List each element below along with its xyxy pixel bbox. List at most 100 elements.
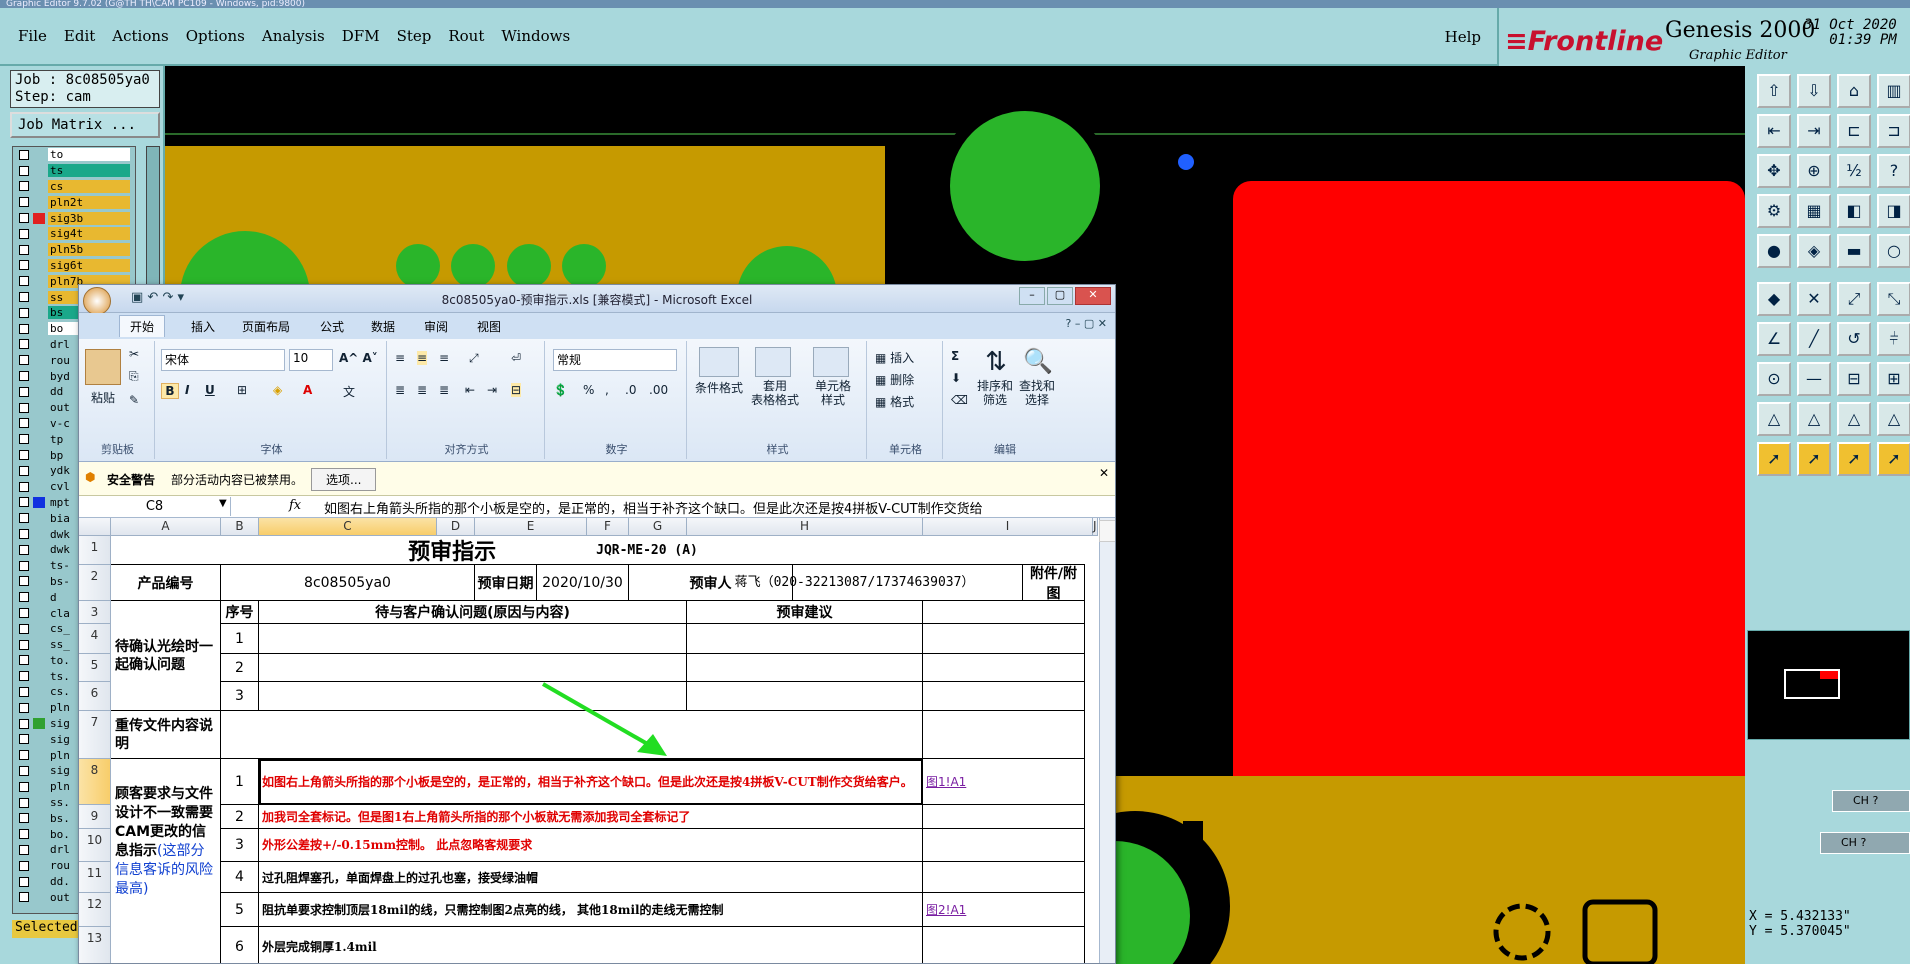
- column-header[interactable]: B: [221, 518, 259, 536]
- layer-checkbox[interactable]: [19, 797, 29, 808]
- row-header[interactable]: 6: [79, 682, 111, 711]
- overview-map[interactable]: [1747, 630, 1910, 740]
- layer-row[interactable]: sig6t: [13, 258, 135, 274]
- layer-checkbox[interactable]: [19, 876, 29, 887]
- tool-button-icon[interactable]: ●: [1757, 234, 1791, 268]
- sort-filter-button[interactable]: 排序和 筛选: [973, 379, 1017, 407]
- border-icon[interactable]: ⊞: [237, 383, 247, 397]
- layer-checkbox[interactable]: [19, 544, 29, 555]
- layer-name[interactable]: cs: [48, 179, 130, 193]
- suggest-cell[interactable]: [687, 654, 923, 682]
- cell-style-button[interactable]: 单元格 样式: [805, 379, 861, 407]
- item-text[interactable]: 过孔阻焊塞孔，单面焊盘上的过孔也塞，接受绿油帽: [259, 862, 923, 893]
- row-header[interactable]: 8: [79, 759, 111, 805]
- layer-checkbox[interactable]: [19, 323, 29, 334]
- tab-view[interactable]: 视图: [477, 318, 501, 335]
- menu-windows[interactable]: Windows: [501, 27, 570, 45]
- issue-cell[interactable]: [259, 624, 687, 654]
- attachment-cell[interactable]: [923, 654, 1085, 682]
- menu-help[interactable]: Help: [1445, 28, 1481, 46]
- font-size-select[interactable]: 10: [289, 349, 333, 371]
- row-header[interactable]: 13: [79, 927, 111, 963]
- attachment-link[interactable]: 图1!A1: [926, 773, 966, 790]
- find-icon[interactable]: 🔍: [1021, 347, 1055, 375]
- layer-checkbox[interactable]: [19, 829, 29, 840]
- column-header[interactable]: I: [923, 518, 1093, 536]
- suggest-cell[interactable]: [687, 682, 923, 711]
- tab-review[interactable]: 审阅: [424, 318, 448, 335]
- layer-checkbox[interactable]: [19, 513, 29, 524]
- layer-checkbox[interactable]: [19, 276, 29, 287]
- security-close-icon[interactable]: ✕: [1099, 466, 1109, 480]
- format-painter-icon[interactable]: ✎: [129, 393, 139, 407]
- layer-checkbox[interactable]: [19, 765, 29, 776]
- layer-checkbox[interactable]: [19, 339, 29, 350]
- table-format-button[interactable]: 套用 表格格式: [747, 379, 803, 407]
- layer-checkbox[interactable]: [19, 750, 29, 761]
- issue-cell[interactable]: [259, 654, 687, 682]
- layer-checkbox[interactable]: [19, 481, 29, 492]
- row-header[interactable]: 4: [79, 624, 111, 654]
- fx-icon[interactable]: fx: [289, 498, 301, 513]
- tool-button-icon[interactable]: ⤢: [1837, 282, 1871, 316]
- column-header[interactable]: A: [111, 518, 221, 536]
- layer-name[interactable]: sig3b: [48, 211, 130, 225]
- minimize-icon[interactable]: –: [1019, 287, 1045, 305]
- item-text[interactable]: 如图右上角箭头所指的那个小板是空的，是正常的，相当于补齐这个缺口。但是此次还是按…: [259, 759, 923, 805]
- ch-control-2[interactable]: CH ?: [1820, 832, 1910, 854]
- layer-name[interactable]: to: [48, 148, 130, 162]
- tool-button-icon[interactable]: ◈: [1797, 234, 1831, 268]
- layer-row[interactable]: cs: [13, 179, 135, 195]
- layer-checkbox[interactable]: [19, 813, 29, 824]
- item-text[interactable]: 加我司全套标记。但是图1右上角箭头所指的那个小板就无需添加我司全套标记了: [259, 805, 923, 829]
- tab-formulas[interactable]: 公式: [320, 318, 344, 335]
- fill-icon[interactable]: ⬇: [951, 371, 961, 385]
- cut-icon[interactable]: ✂: [129, 347, 139, 361]
- conditional-format-button[interactable]: 条件格式: [691, 379, 747, 396]
- item-text[interactable]: 阻抗单要求控制顶层18mil的线，只需控制图2点亮的线， 其他18mil的走线无…: [259, 893, 923, 927]
- layer-row[interactable]: pln5b: [13, 242, 135, 258]
- ribbon-window-controls-icon[interactable]: ? – ▢ ✕: [1066, 317, 1107, 330]
- tool-button-icon[interactable]: ⇩: [1797, 74, 1831, 108]
- align-left-icon[interactable]: ≣: [395, 383, 405, 397]
- layer-checkbox[interactable]: [19, 165, 29, 176]
- item-attachment[interactable]: 图2!A1: [923, 893, 1085, 927]
- tab-insert[interactable]: 插入: [191, 318, 215, 335]
- item-attachment[interactable]: [923, 862, 1085, 893]
- layer-checkbox[interactable]: [19, 260, 29, 271]
- tool-button-icon[interactable]: ⤡: [1877, 282, 1910, 316]
- tool-button-icon[interactable]: ✥: [1757, 154, 1791, 188]
- layer-checkbox[interactable]: [19, 860, 29, 871]
- layer-checkbox[interactable]: [19, 418, 29, 429]
- bold-icon[interactable]: B: [161, 383, 179, 399]
- layer-name[interactable]: sig4t: [48, 227, 130, 241]
- menu-edit[interactable]: Edit: [64, 27, 95, 45]
- layer-checkbox[interactable]: [19, 181, 29, 192]
- name-box-dropdown-icon[interactable]: ▼: [219, 498, 227, 509]
- tool-button-icon[interactable]: ⚙: [1757, 194, 1791, 228]
- tool-button-icon[interactable]: △: [1757, 402, 1791, 436]
- layer-checkbox[interactable]: [19, 149, 29, 160]
- table-format-icon[interactable]: [755, 347, 791, 377]
- tool-button-icon[interactable]: ▥: [1877, 74, 1910, 108]
- find-select-button[interactable]: 查找和 选择: [1015, 379, 1059, 407]
- column-header[interactable]: J: [1093, 518, 1098, 536]
- layer-checkbox[interactable]: [19, 386, 29, 397]
- layer-checkbox[interactable]: [19, 228, 29, 239]
- layer-checkbox[interactable]: [19, 892, 29, 903]
- tool-button-icon[interactable]: ▬: [1837, 234, 1871, 268]
- layer-checkbox[interactable]: [19, 402, 29, 413]
- output-review-button[interactable]: 输出预审指示: [1099, 520, 1115, 542]
- excel-window[interactable]: ▣ ↶ ↷ ▾ 8c08505ya0-预审指示.xls [兼容模式] - Mic…: [78, 284, 1116, 964]
- attachment-cell[interactable]: [923, 682, 1085, 711]
- increase-decimal-icon[interactable]: .0: [625, 383, 636, 397]
- select-all-corner[interactable]: [79, 518, 111, 536]
- layer-checkbox[interactable]: [19, 197, 29, 208]
- align-right-icon[interactable]: ≣: [439, 383, 449, 397]
- tool-button-icon[interactable]: ➚: [1877, 442, 1910, 476]
- tool-button-icon[interactable]: ∠: [1757, 322, 1791, 356]
- align-middle-icon[interactable]: ≡: [417, 351, 428, 365]
- tool-button-icon[interactable]: ⫩: [1877, 322, 1910, 356]
- column-header[interactable]: F: [587, 518, 629, 536]
- worksheet-grid[interactable]: A B C D E F G H I J 1 2 3 4 5 6 7 8 9 10 11 12 13 预审指示 JQR-ME-20…: [79, 518, 1115, 963]
